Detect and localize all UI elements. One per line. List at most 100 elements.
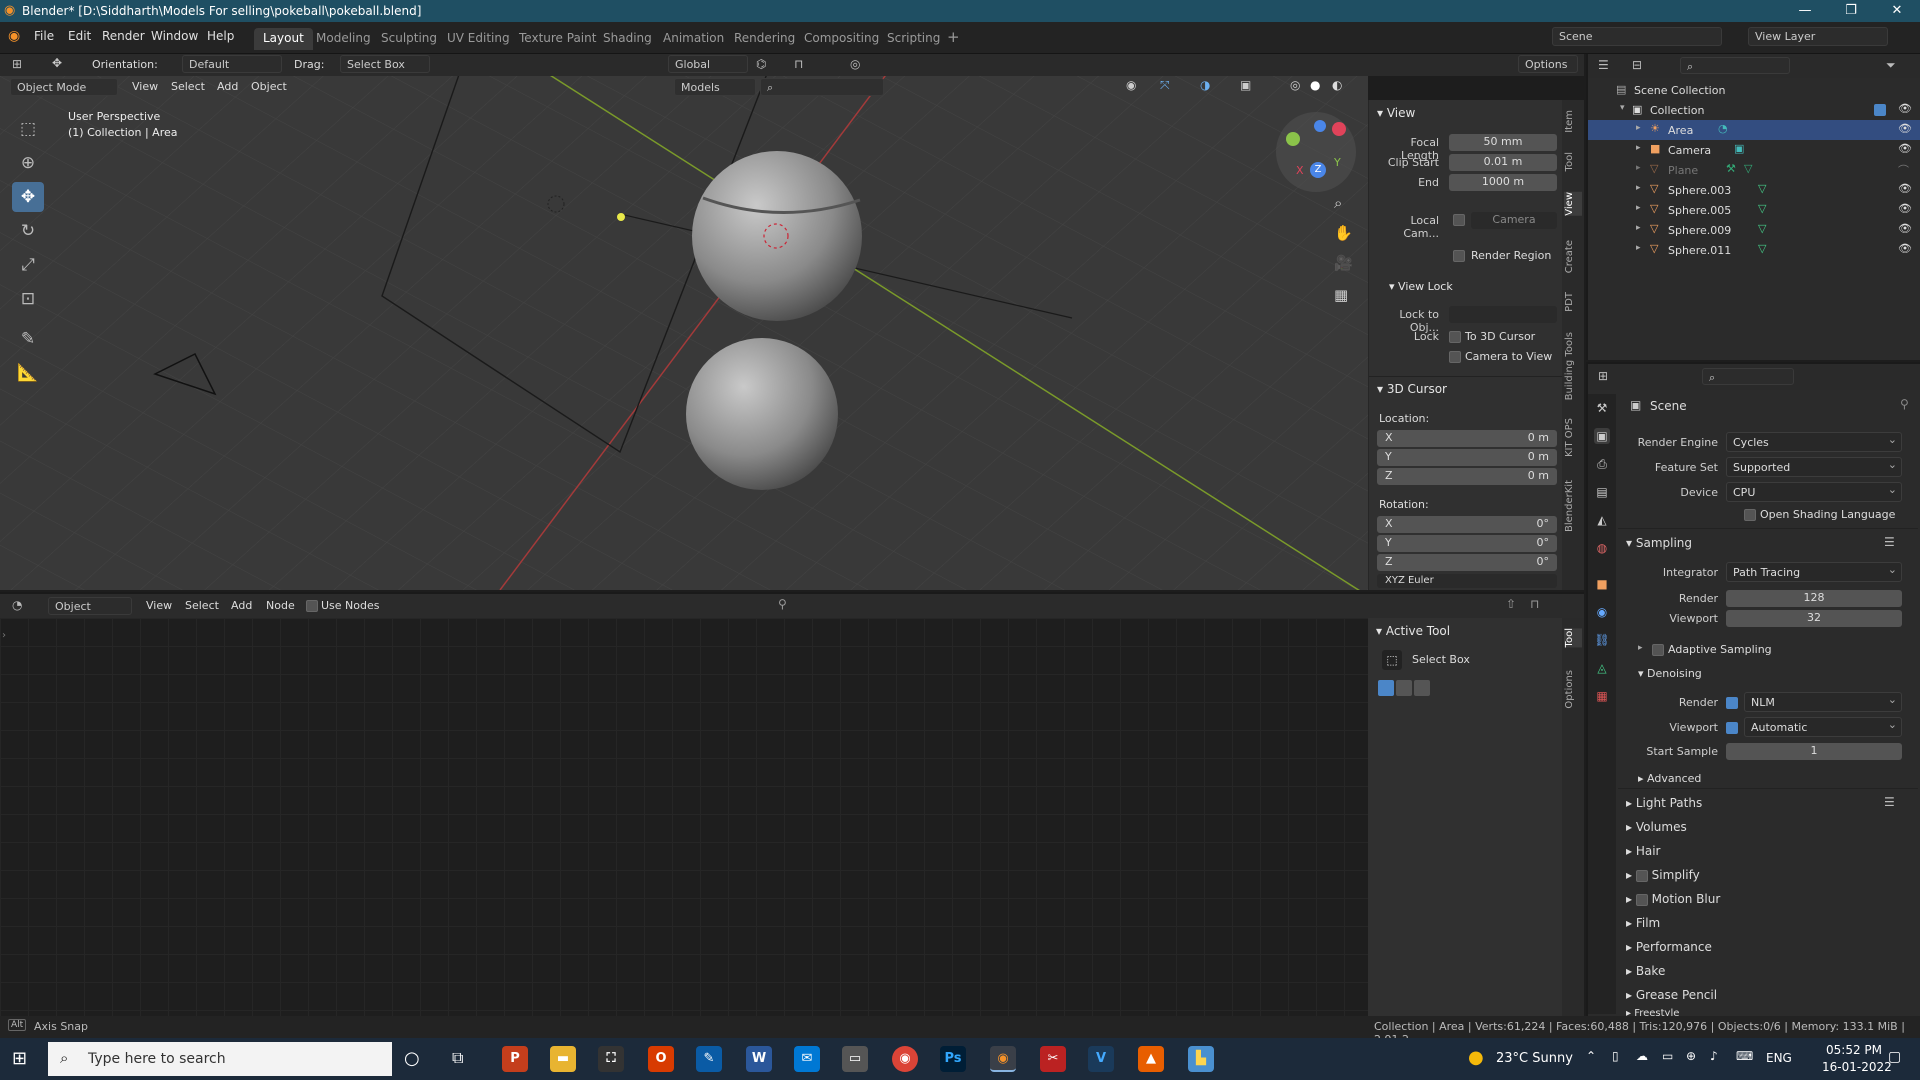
- menu-window[interactable]: Window: [151, 29, 198, 43]
- tab-kit-ops[interactable]: KIT OPS: [1564, 418, 1582, 457]
- camera-view-icon[interactable]: 🎥: [1334, 254, 1353, 272]
- move-tool-icon[interactable]: ✥: [12, 182, 44, 212]
- tab-animation[interactable]: Animation: [654, 28, 733, 50]
- clock-date[interactable]: 16-01-2022: [1822, 1060, 1892, 1074]
- eye-icon[interactable]: 👁: [1898, 102, 1912, 115]
- focal-length-field[interactable]: 50 mm: [1449, 134, 1557, 151]
- simplify-panel-header[interactable]: ▸ Simplify: [1626, 868, 1700, 882]
- photoshop-icon[interactable]: Ps: [940, 1046, 966, 1072]
- properties-type-icon[interactable]: ⊞: [1598, 369, 1608, 383]
- vp-menu-add[interactable]: Add: [217, 80, 238, 93]
- motion-blur-panel-header[interactable]: ▸ Motion Blur: [1626, 892, 1720, 906]
- output-tab-icon[interactable]: ⎙: [1594, 456, 1610, 472]
- scale-tool-icon[interactable]: ⤢: [12, 250, 44, 280]
- eye-icon[interactable]: 👁: [1898, 222, 1912, 235]
- rotation-mode-dropdown[interactable]: XYZ Euler: [1377, 574, 1557, 588]
- lock-object-field[interactable]: [1449, 306, 1557, 323]
- denoise-viewport-checkbox[interactable]: [1726, 722, 1738, 734]
- expand-icon[interactable]: ▸: [1636, 163, 1641, 173]
- denoise-viewport-dropdown[interactable]: Automatic: [1744, 717, 1902, 737]
- word-icon[interactable]: W: [746, 1046, 772, 1072]
- physics-tab-icon[interactable]: ◉: [1594, 604, 1610, 620]
- node-tab-tool[interactable]: Tool: [1564, 628, 1582, 648]
- office-icon[interactable]: O: [648, 1046, 674, 1072]
- viewport-shading-wire-icon[interactable]: ◎: [1290, 78, 1300, 92]
- cursor-rotation-z[interactable]: Z 0°: [1377, 554, 1557, 571]
- select-mode-subtract-icon[interactable]: [1414, 680, 1430, 696]
- advanced-subpanel-header[interactable]: ▸ Advanced: [1638, 772, 1701, 785]
- tab-building-tools[interactable]: Building Tools: [1564, 332, 1582, 400]
- cursor-rotation-x[interactable]: X 0°: [1377, 516, 1557, 533]
- sketch-app-icon[interactable]: ✎: [696, 1046, 722, 1072]
- select-box-tool-icon[interactable]: ⬚: [1382, 650, 1402, 670]
- mode-dropdown[interactable]: Object Mode: [10, 78, 118, 96]
- clock-time[interactable]: 05:52 PM: [1826, 1043, 1882, 1057]
- rotate-tool-icon[interactable]: ↻: [12, 216, 44, 246]
- render-tab-icon[interactable]: ▣: [1594, 428, 1610, 444]
- expand-icon[interactable]: ▸: [1636, 243, 1641, 253]
- bake-panel-header[interactable]: ▸ Bake: [1626, 964, 1665, 978]
- expand-icon[interactable]: ▸: [1638, 643, 1643, 653]
- film-panel-header[interactable]: ▸ Film: [1626, 916, 1660, 930]
- outliner-type-icon[interactable]: ☰: [1598, 58, 1609, 72]
- local-camera-checkbox[interactable]: [1453, 214, 1465, 226]
- outliner-item-sphere009[interactable]: ▸ ▽ Sphere.009 ▽ 👁: [1588, 220, 1920, 240]
- integrator-dropdown[interactable]: Path Tracing: [1726, 562, 1902, 582]
- onedrive-icon[interactable]: ☁: [1636, 1049, 1648, 1063]
- chrome-icon[interactable]: ◉: [892, 1046, 918, 1072]
- tab-tool[interactable]: Tool: [1564, 152, 1582, 171]
- models-search[interactable]: ⌕: [760, 78, 884, 96]
- denoise-render-checkbox[interactable]: [1726, 697, 1738, 709]
- outliner-item-sphere011[interactable]: ▸ ▽ Sphere.011 ▽ 👁: [1588, 240, 1920, 260]
- eye-icon[interactable]: 👁: [1898, 202, 1912, 215]
- constraints-tab-icon[interactable]: ⛓: [1594, 632, 1610, 648]
- tab-texture-paint[interactable]: Texture Paint: [510, 28, 605, 50]
- menu-file[interactable]: File: [34, 29, 54, 43]
- outliner-item-sphere003[interactable]: ▸ ▽ Sphere.003 ▽ 👁: [1588, 180, 1920, 200]
- cortana-icon[interactable]: ○: [404, 1048, 420, 1069]
- menu-edit[interactable]: Edit: [68, 29, 91, 43]
- eye-icon[interactable]: 👁: [1898, 182, 1912, 195]
- gizmo-toggle-icon[interactable]: ⤧: [1160, 78, 1170, 93]
- xray-icon[interactable]: ▣: [1240, 78, 1251, 92]
- display-mode-icon[interactable]: ⊟: [1632, 58, 1642, 72]
- editor-type-icon[interactable]: ⊞: [12, 57, 22, 71]
- denoising-subpanel-header[interactable]: ▾ Denoising: [1638, 667, 1702, 680]
- clip-end-field[interactable]: 1000 m: [1449, 174, 1557, 191]
- toolbar-expand-icon[interactable]: ›: [2, 630, 6, 641]
- light-paths-panel-header[interactable]: ▸ Light Paths: [1626, 796, 1702, 810]
- view-lock-header[interactable]: ▾ View Lock: [1389, 280, 1453, 293]
- local-camera-field[interactable]: Camera: [1471, 212, 1557, 229]
- active-tool-header[interactable]: ▾ Active Tool: [1376, 624, 1450, 638]
- tray-chevron-icon[interactable]: ⌃: [1586, 1049, 1596, 1063]
- gizmo-x-dot[interactable]: [1332, 122, 1346, 136]
- select-mode-new-icon[interactable]: [1378, 680, 1394, 696]
- cursor-location-x[interactable]: X 0 m: [1377, 430, 1557, 447]
- cursor-location-y[interactable]: Y 0 m: [1377, 449, 1557, 466]
- outliner-scene-collection[interactable]: ▤ Scene Collection: [1588, 80, 1920, 100]
- pokeball-bottom[interactable]: [686, 338, 838, 490]
- view-layer-tab-icon[interactable]: ▤: [1594, 484, 1610, 500]
- select-tool-icon[interactable]: ⬚: [12, 114, 44, 144]
- shader-type-dropdown[interactable]: Object: [48, 597, 132, 615]
- object-tab-icon[interactable]: ■: [1594, 576, 1610, 592]
- eye-icon[interactable]: 👁: [1898, 142, 1912, 155]
- adaptive-sampling-checkbox[interactable]: [1652, 644, 1664, 656]
- menu-help[interactable]: Help: [207, 29, 234, 43]
- cursor-tool-icon[interactable]: ⊕: [12, 148, 44, 178]
- node-tab-options[interactable]: Options: [1564, 670, 1582, 709]
- 3d-viewport[interactable]: Object Mode View Select Add Object Model…: [0, 76, 1368, 590]
- volume-icon[interactable]: ♪: [1710, 1049, 1718, 1063]
- transform-tool-icon[interactable]: ⊡: [12, 284, 44, 314]
- tab-view[interactable]: View: [1564, 192, 1582, 216]
- eye-icon[interactable]: 👁: [1898, 122, 1912, 135]
- render-engine-dropdown[interactable]: Cycles: [1726, 432, 1902, 452]
- camera-to-view-checkbox[interactable]: [1449, 351, 1461, 363]
- task-view-icon[interactable]: ⧉: [452, 1048, 463, 1068]
- tab-blenderkit[interactable]: BlenderKit: [1564, 480, 1582, 532]
- scene-tab-icon[interactable]: ◭: [1594, 512, 1610, 528]
- store-icon[interactable]: ⛶: [598, 1046, 624, 1072]
- tab-uv-editing[interactable]: UV Editing: [438, 28, 519, 50]
- menu-render[interactable]: Render: [102, 29, 145, 43]
- use-nodes-checkbox[interactable]: [306, 600, 318, 612]
